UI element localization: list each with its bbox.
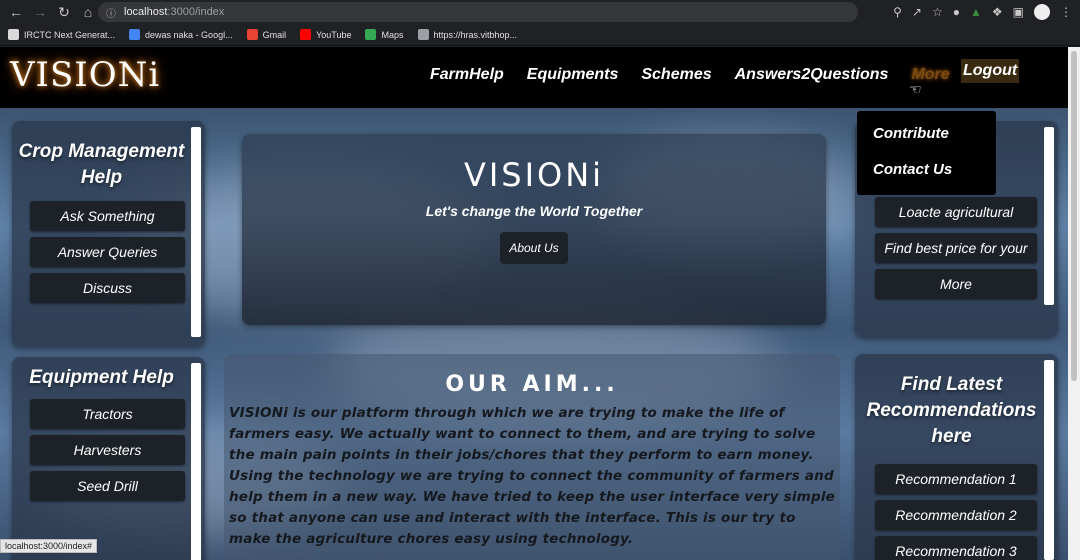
extension-icon[interactable]: ●: [953, 5, 960, 19]
bookmark-favicon-icon: [129, 29, 141, 40]
equipment-panel-title: Equipment Help: [29, 367, 174, 388]
recommendation-3-button[interactable]: Recommendation 3: [875, 536, 1037, 560]
home-icon[interactable]: ⌂: [78, 2, 98, 22]
locate-agricultural-button[interactable]: Loacte agricultural: [875, 197, 1037, 227]
dropdown-contribute[interactable]: Contribute: [857, 125, 996, 161]
menu-icon[interactable]: ⋮: [1060, 5, 1072, 19]
bookmark-label: IRCTC Next Generat...: [24, 29, 116, 40]
dropdown-contact-us[interactable]: Contact Us: [857, 161, 996, 197]
seed-drill-button[interactable]: Seed Drill: [30, 471, 185, 501]
recommendation-2-button[interactable]: Recommendation 2: [875, 500, 1037, 530]
find-best-price-button[interactable]: Find best price for your: [875, 233, 1037, 263]
site-info-icon[interactable]: ⓘ: [106, 5, 116, 20]
bookmark-label: YouTube: [316, 29, 352, 40]
url-path: :3000/index: [167, 6, 225, 18]
more-dropdown-menu: Contribute Contact Us: [857, 111, 996, 195]
nav-equipments[interactable]: Equipments: [527, 66, 619, 84]
hero-title: VISIONi: [463, 156, 605, 194]
tractors-button[interactable]: Tractors: [30, 399, 185, 429]
url-host: localhost: [124, 6, 168, 18]
sidepanel-icon[interactable]: ▣: [1013, 5, 1024, 19]
zoom-icon[interactable]: ⚲: [893, 5, 902, 19]
bookmark-favicon-icon: [8, 29, 19, 40]
hero-subtitle: Let's change the World Together: [425, 203, 643, 219]
right-panel-scrollbar[interactable]: [1044, 127, 1054, 305]
recommendations-panel: Find Latest Recommendations here Recomme…: [855, 354, 1058, 560]
recommend-panel-scrollbar[interactable]: [1044, 360, 1054, 560]
bookmark-item[interactable]: Maps: [365, 29, 404, 40]
back-icon[interactable]: ←: [6, 2, 26, 22]
bookmark-favicon-icon: [417, 29, 429, 40]
site-logo[interactable]: VISIONi: [10, 55, 160, 95]
aim-title: OUR AIM...: [445, 372, 619, 397]
status-bar-url: localhost:3000/index#: [0, 539, 98, 553]
star-icon[interactable]: ☆: [932, 5, 943, 19]
bookmark-label: Gmail: [262, 29, 287, 40]
address-bar[interactable]: ⓘ localhost:3000/index: [98, 2, 858, 22]
aim-text: VISIONi is our platform through which we…: [229, 405, 836, 547]
equipment-panel-scrollbar[interactable]: [191, 363, 201, 560]
bookmarks-bar: IRCTC Next Generat... dewas naka - Googl.…: [0, 24, 1080, 46]
bookmark-item[interactable]: https://hras.vitbhop...: [417, 29, 518, 40]
share-icon[interactable]: ↗: [912, 5, 922, 19]
more-services-button[interactable]: More: [875, 269, 1037, 299]
crop-panel-title: Crop Management Help: [18, 141, 185, 188]
bookmark-item[interactable]: dewas naka - Googl...: [129, 29, 233, 40]
tree-extension-icon[interactable]: ▲: [970, 5, 982, 19]
hero-banner: VISIONi Let's change the World Together …: [242, 134, 826, 325]
nav-farmhelp[interactable]: FarmHelp: [430, 66, 504, 84]
bookmark-label: https://hras.vitbhop...: [433, 29, 518, 40]
page-scrollbar[interactable]: [1068, 47, 1080, 560]
nav-schemes[interactable]: Schemes: [641, 66, 711, 84]
bookmark-favicon-icon: [300, 29, 312, 40]
bookmark-item[interactable]: YouTube: [300, 29, 351, 40]
profile-avatar[interactable]: [1034, 4, 1050, 20]
our-aim-section: OUR AIM... VISIONi is our platform throu…: [224, 354, 840, 560]
bookmark-favicon-icon: [365, 29, 377, 40]
navbar: VISIONi FarmHelp Equipments Schemes Answ…: [0, 47, 1068, 108]
bookmark-item[interactable]: IRCTC Next Generat...: [8, 29, 115, 40]
recommend-panel-title: Find Latest Recommendations here: [866, 374, 1037, 447]
ask-something-button[interactable]: Ask Something: [30, 201, 185, 231]
page-scrollbar-thumb[interactable]: [1071, 51, 1077, 381]
bookmark-label: Maps: [381, 29, 404, 40]
nav-answers2questions[interactable]: Answers2Questions: [735, 66, 889, 84]
crop-management-panel: Crop Management Help Ask Something Answe…: [12, 121, 205, 347]
answer-queries-button[interactable]: Answer Queries: [30, 237, 185, 267]
forward-icon[interactable]: →: [30, 2, 50, 22]
discuss-button[interactable]: Discuss: [30, 273, 185, 303]
equipment-help-panel: Equipment Help Tractors Harvesters Seed …: [12, 357, 205, 560]
bookmark-favicon-icon: [246, 29, 258, 40]
harvesters-button[interactable]: Harvesters: [30, 435, 185, 465]
bookmark-label: dewas naka - Googl...: [145, 29, 233, 40]
browser-toolbar: ← → ↻ ⌂ ⓘ localhost:3000/index ⚲ ↗ ☆ ● ▲…: [0, 0, 1080, 24]
mouse-pointer-icon: ☜: [909, 81, 922, 97]
about-us-button[interactable]: About Us: [500, 232, 568, 264]
puzzle-icon[interactable]: ❖: [992, 5, 1003, 19]
page-content: VISIONi FarmHelp Equipments Schemes Answ…: [0, 47, 1068, 560]
reload-icon[interactable]: ↻: [54, 2, 74, 22]
logout-button[interactable]: Logout: [961, 59, 1020, 83]
crop-panel-scrollbar[interactable]: [191, 127, 201, 337]
bookmark-item[interactable]: Gmail: [246, 29, 287, 40]
recommendation-1-button[interactable]: Recommendation 1: [875, 464, 1037, 494]
